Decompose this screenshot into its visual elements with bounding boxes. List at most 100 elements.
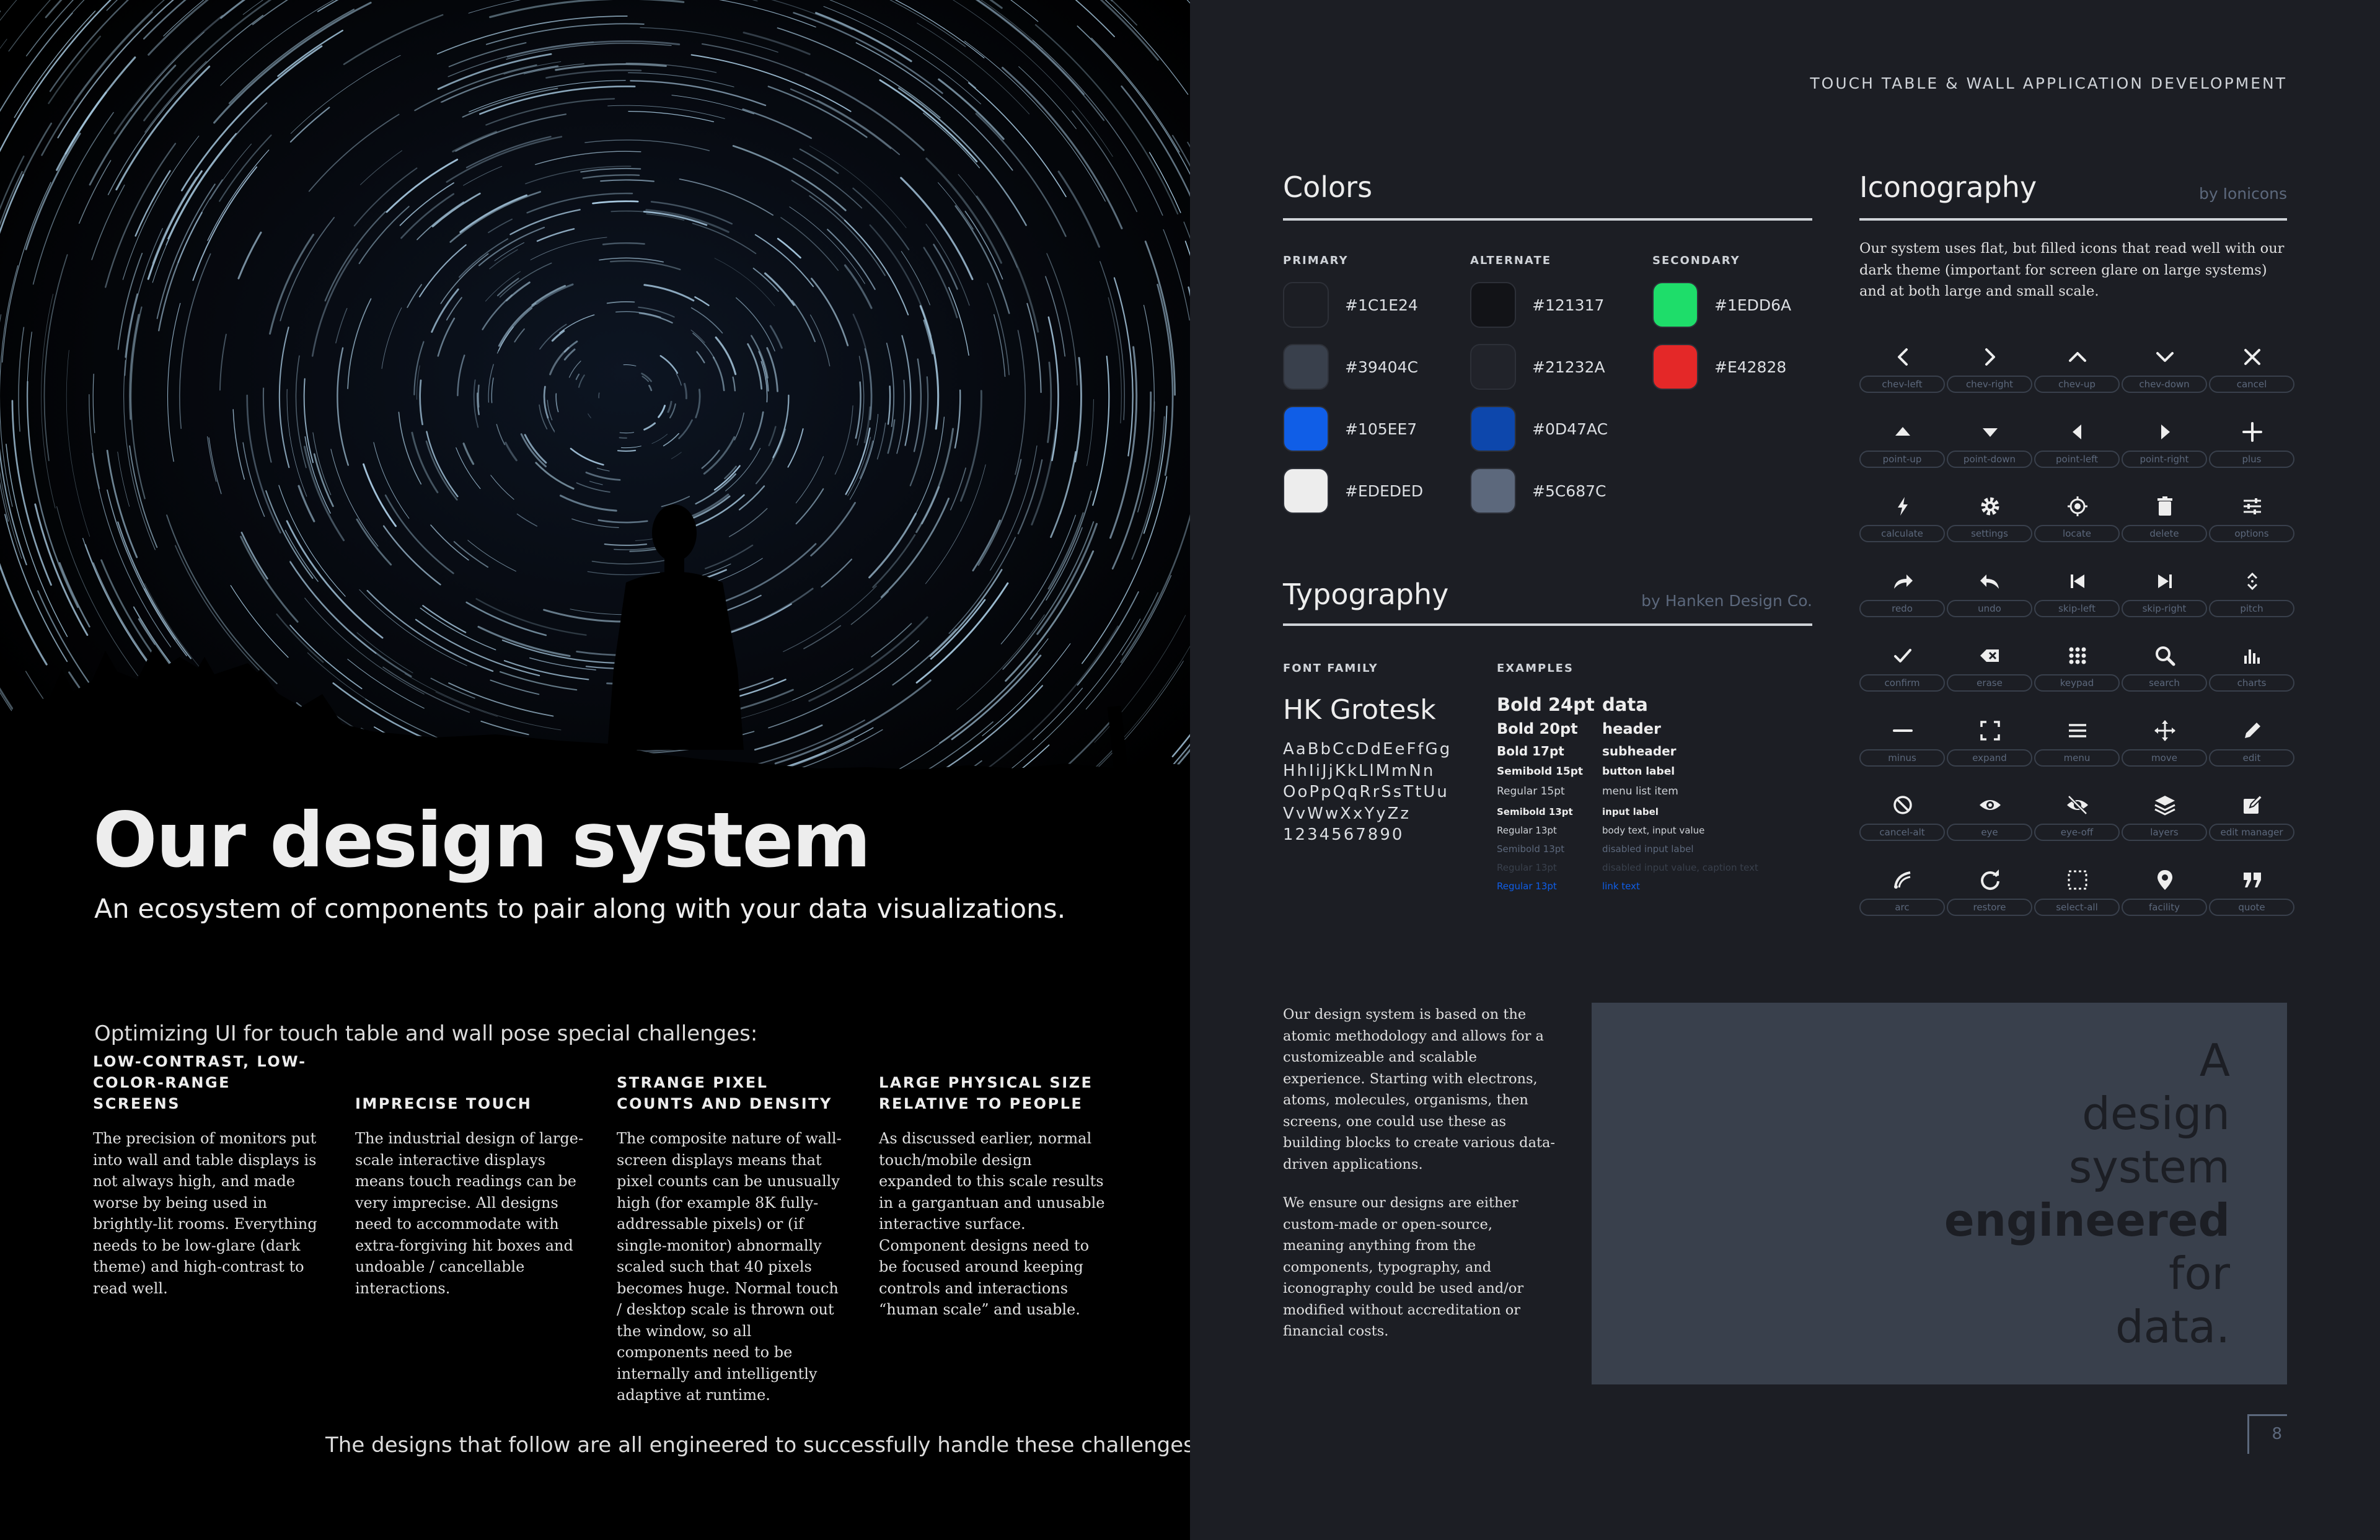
type-example-name: link text <box>1602 880 1640 892</box>
arc-icon <box>1890 868 1915 892</box>
icon-tile-quote: quote <box>2209 863 2296 925</box>
undo-icon <box>1978 569 2003 594</box>
typography-rule <box>1283 623 1812 626</box>
color-hex-label: #5C687C <box>1532 482 1606 500</box>
icon-label: pitch <box>2209 599 2294 617</box>
icon-label: chev-left <box>1859 376 1945 393</box>
color-swatch-row: #39404C <box>1283 344 1418 390</box>
icon-tile-pitch: pitch <box>2209 564 2296 626</box>
hero-star-trail-photo <box>0 0 1190 793</box>
icon-label: redo <box>1859 599 1945 617</box>
icon-tile-facility: facility <box>2122 863 2208 925</box>
type-example-name: disabled input value, caption text <box>1602 861 1758 873</box>
page-title: Our design system <box>93 796 871 884</box>
point-left-icon <box>2065 420 2090 444</box>
icon-tile-point-down: point-down <box>1947 415 2034 477</box>
select-all-icon <box>2065 868 2090 892</box>
icon-label: locate <box>2034 525 2120 542</box>
challenge-body: The composite nature of wall-screen disp… <box>617 1130 842 1404</box>
icon-tile-keypad: keypad <box>2034 638 2121 700</box>
type-example-style: Bold 20pt <box>1497 720 1578 737</box>
icon-grid: chev-left chev-right chev-up chev-down cance… <box>1859 340 2296 935</box>
color-swatch-row: #121317 <box>1470 282 1604 328</box>
icon-label: point-right <box>2122 450 2207 468</box>
icon-label: search <box>2122 674 2207 692</box>
icon-label: quote <box>2209 898 2294 916</box>
move-icon <box>2153 718 2177 743</box>
icon-tile-cancel: cancel <box>2209 340 2296 402</box>
color-group-label: PRIMARY <box>1283 254 1349 267</box>
icon-tile-expand: expand <box>1947 713 2034 775</box>
icon-tile-menu: menu <box>2034 713 2121 775</box>
challenges-list: LOW-CONTRAST, LOW-COLOR-RANGE SCREENS Th… <box>93 1053 1109 1404</box>
type-examples: Bold 24pt data Bold 20pt header Bold 17pt sub… <box>1497 693 1807 904</box>
color-group-label: SECONDARY <box>1652 254 1740 267</box>
color-swatch <box>1652 282 1698 328</box>
running-header: TOUCH TABLE & WALL APPLICATION DEVELOPME… <box>1810 74 2287 92</box>
color-hex-label: #121317 <box>1532 296 1605 314</box>
icon-tile-arc: arc <box>1859 863 1946 925</box>
color-swatch-row: #EDEDED <box>1283 468 1423 514</box>
type-example-style: Regular 13pt <box>1497 861 1557 873</box>
type-example-style: Bold 17pt <box>1497 744 1564 759</box>
challenges-outro: The designs that follow are all engineer… <box>325 1433 1190 1458</box>
icon-label: calculate <box>1859 525 1945 542</box>
icon-tile-calculate: calculate <box>1859 489 1946 551</box>
left-page: Our design system An ecosystem of compon… <box>0 0 1190 1540</box>
chevron-right-icon <box>1978 345 2003 369</box>
challenge-physical-size: LARGE PHYSICAL SIZE RELATIVE TO PEOPLE A… <box>879 1072 1108 1321</box>
challenge-title: LARGE PHYSICAL SIZE RELATIVE TO PEOPLE <box>879 1074 1093 1112</box>
challenge-touch: IMPRECISE TOUCH The industrial design of… <box>355 1072 584 1299</box>
icon-tile-undo: undo <box>1947 564 2034 626</box>
tagline-panel: A design system engineered for data. <box>1592 1003 2287 1384</box>
icon-label: point-left <box>2034 450 2120 468</box>
color-swatch-row: #21232A <box>1470 344 1605 390</box>
icon-label: point-down <box>1947 450 2032 468</box>
type-example-row: Regular 13pt link text <box>1497 879 1807 893</box>
point-down-icon <box>1978 420 2003 444</box>
icon-label: edit <box>2209 749 2294 767</box>
icon-tile-delete: delete <box>2122 489 2208 551</box>
cancel-alt-icon <box>1890 793 1915 817</box>
search-icon <box>2153 643 2177 668</box>
type-example-style: Regular 13pt <box>1497 880 1557 892</box>
color-swatch <box>1283 344 1329 390</box>
icon-label: delete <box>2122 525 2207 542</box>
icon-label: chev-up <box>2034 376 2120 393</box>
icon-tile-locate: locate <box>2034 489 2121 551</box>
charts-icon <box>2240 643 2265 668</box>
tagline-line: system <box>2068 1141 2230 1193</box>
icon-label: eye <box>1947 824 2032 841</box>
skip-right-icon <box>2153 569 2177 594</box>
type-example-name: body text, input value <box>1602 824 1705 836</box>
icon-tile-chev-up: chev-up <box>2034 340 2121 402</box>
icon-tile-chev-down: chev-down <box>2122 340 2208 402</box>
quote-icon <box>2240 868 2265 892</box>
locate-icon <box>2065 494 2090 519</box>
type-example-name: button label <box>1602 765 1675 778</box>
settings-icon <box>1978 494 2003 519</box>
iconography-credit: by Ionicons <box>2199 185 2287 203</box>
type-example-style: Semibold 13pt <box>1497 843 1565 855</box>
icon-tile-select-all: select-all <box>2034 863 2121 925</box>
icon-label: skip-left <box>2034 599 2120 617</box>
icon-tile-chev-left: chev-left <box>1859 340 1946 402</box>
icon-label: eye-off <box>2034 824 2120 841</box>
icon-label: menu <box>2034 749 2120 767</box>
icon-label: cancel <box>2209 376 2294 393</box>
eye-icon <box>1978 793 2003 817</box>
redo-icon <box>1890 569 1915 594</box>
cancel-icon <box>2240 345 2265 369</box>
options-icon <box>2240 494 2265 519</box>
facility-icon <box>2153 868 2177 892</box>
icon-label: keypad <box>2034 674 2120 692</box>
color-hex-label: #21232A <box>1532 358 1605 376</box>
type-example-row: Regular 13pt body text, input value <box>1497 823 1807 837</box>
page-subtitle: An ecosystem of components to pair along… <box>94 894 1066 925</box>
iconography-intro: Our system uses flat, but filled icons t… <box>1859 240 2285 299</box>
color-swatch <box>1470 406 1516 452</box>
type-example-name: disabled input label <box>1602 843 1694 855</box>
challenge-contrast: LOW-CONTRAST, LOW-COLOR-RANGE SCREENS Th… <box>93 1053 322 1299</box>
icon-tile-edit-manager: edit manager <box>2209 788 2296 850</box>
icon-label: undo <box>1947 599 2032 617</box>
